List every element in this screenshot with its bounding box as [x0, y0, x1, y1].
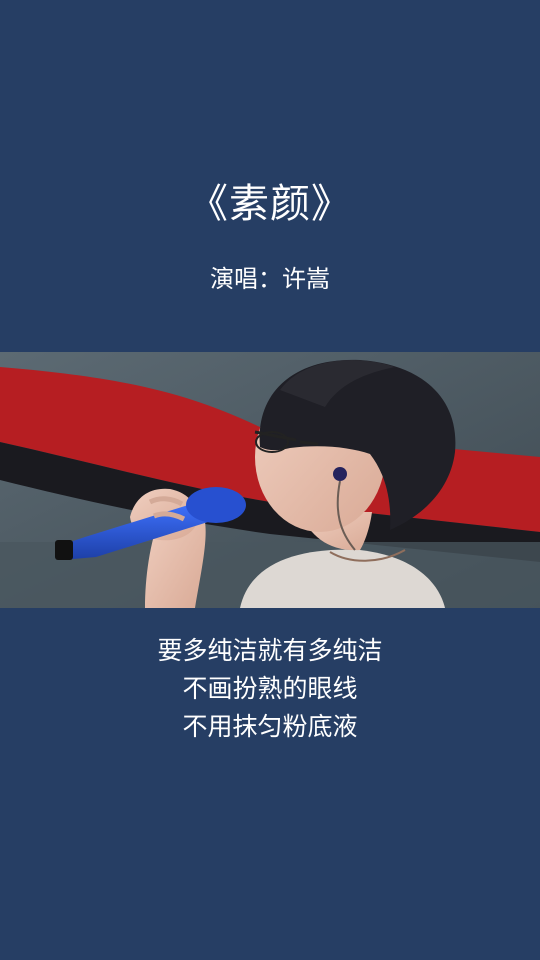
singer-performing-image [0, 352, 540, 608]
lyric-line-1: 要多纯洁就有多纯洁 [157, 636, 383, 665]
microphone-head [186, 487, 246, 523]
lyric-line-2: 不画扮熟的眼线 [182, 674, 358, 703]
in-ear-monitor [333, 467, 347, 481]
singer-credit: 演唱：许嵩 [210, 265, 330, 293]
lyrics-block: 要多纯洁就有多纯洁 不画扮熟的眼线 不用抹匀粉底液 [0, 632, 540, 746]
microphone-end-cap [55, 540, 73, 560]
lyric-line-3: 不用抹匀粉底液 [182, 712, 358, 741]
song-title: 《素颜》 [188, 181, 352, 227]
performance-video-frame[interactable] [0, 352, 540, 608]
